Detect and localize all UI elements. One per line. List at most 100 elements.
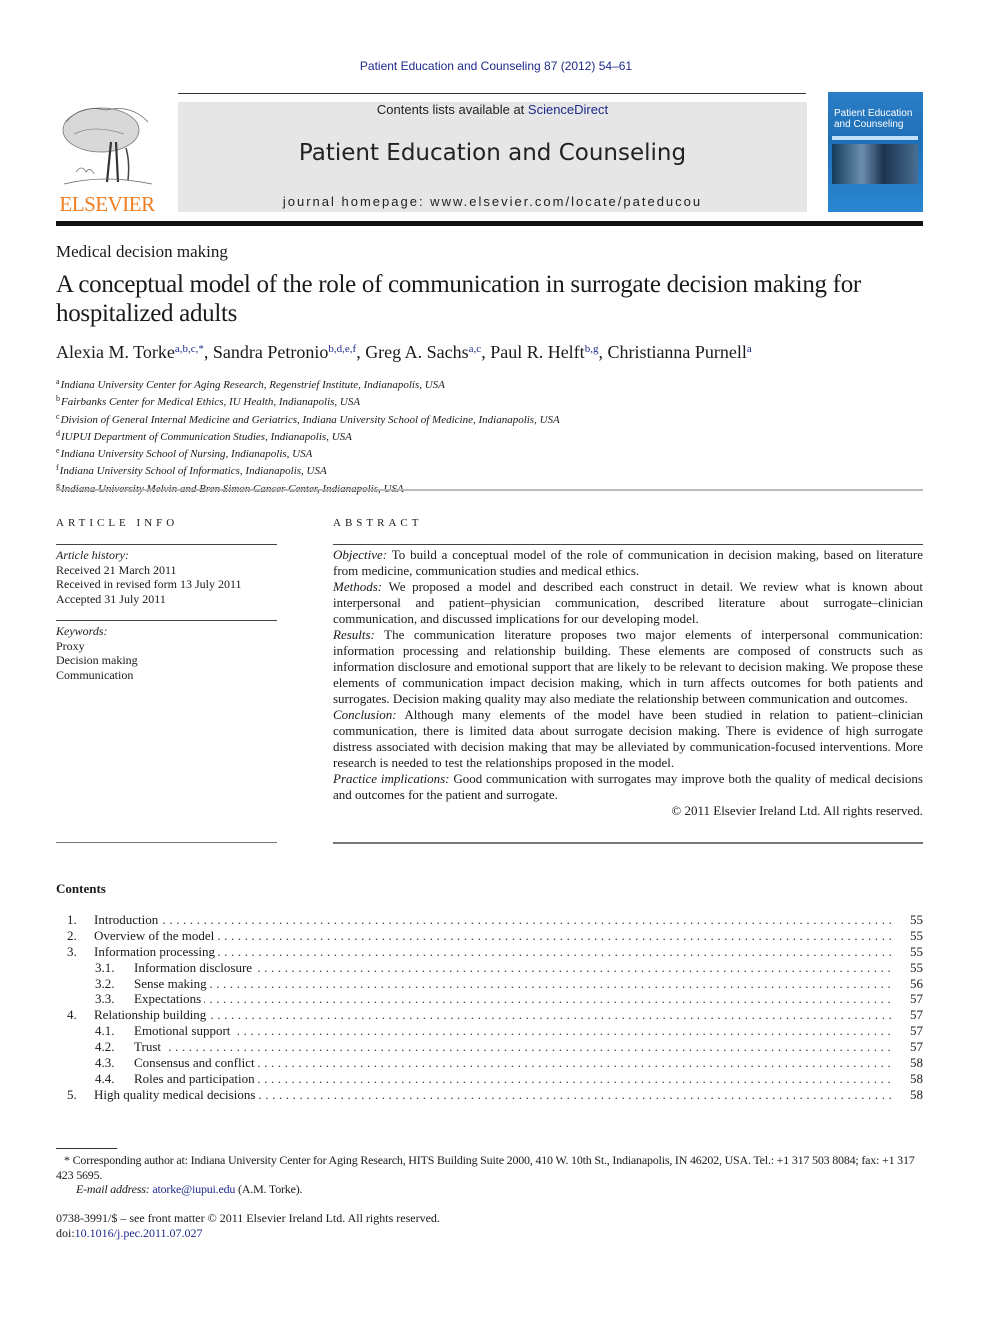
abstract-section: Practice implications: Good communicatio… bbox=[333, 771, 923, 803]
corresponding-author-footnote: * Corresponding author at: Indiana Unive… bbox=[56, 1153, 923, 1197]
header-top-rule bbox=[178, 93, 806, 94]
abstract-section-text: To build a conceptual model of the role … bbox=[333, 547, 923, 578]
doi-prefix: doi: bbox=[56, 1225, 75, 1240]
author-affil-link[interactable]: a,c bbox=[469, 343, 482, 355]
author-affil-link[interactable]: b,d,e,f bbox=[328, 343, 356, 355]
toc-entry-number: 5. bbox=[67, 1086, 77, 1102]
author-name[interactable]: Sandra Petronio bbox=[213, 342, 328, 362]
affiliation-key: c bbox=[56, 411, 60, 421]
author-name[interactable]: Alexia M. Torke bbox=[56, 342, 175, 362]
toc-entry-title[interactable]: Information disclosure bbox=[134, 959, 256, 975]
toc-leader-dots: ........................................… bbox=[134, 1023, 893, 1039]
affiliation-list: aIndiana University Center for Aging Res… bbox=[56, 375, 756, 496]
cover-photos bbox=[832, 144, 918, 184]
toc-entry-title[interactable]: Trust bbox=[134, 1039, 164, 1055]
affiliation-item: dIUPUI Department of Communication Studi… bbox=[56, 427, 756, 444]
abstract-section: Objective: To build a conceptual model o… bbox=[333, 547, 923, 579]
toc-entry[interactable]: 3.......................................… bbox=[56, 943, 923, 960]
toc-entry-page[interactable]: 58 bbox=[905, 1071, 923, 1087]
article-info-heading: ARTICLE INFO bbox=[56, 517, 179, 529]
affiliation-key: f bbox=[56, 463, 59, 473]
toc-entry-page[interactable]: 58 bbox=[905, 1055, 923, 1071]
email-link[interactable]: atorke@iupui.edu bbox=[152, 1182, 235, 1196]
author-affil-link[interactable]: b,g bbox=[585, 343, 599, 355]
article-history: Article history: Received 21 March 2011 … bbox=[56, 548, 277, 606]
corresponding-author-text: * Corresponding author at: Indiana Unive… bbox=[56, 1153, 915, 1182]
toc-entry-title-wrap: ........................................… bbox=[134, 991, 893, 1007]
journal-cover-image[interactable]: Patient Education and Counseling bbox=[828, 92, 923, 212]
affiliation-text: Fairbanks Center for Medical Ethics, IU … bbox=[61, 396, 361, 409]
toc-leader-dots: ........................................… bbox=[134, 1039, 893, 1055]
toc-entry[interactable]: 3.1.....................................… bbox=[56, 959, 923, 976]
toc-entry-title[interactable]: Information processing bbox=[94, 943, 218, 959]
article-title: A conceptual model of the role of commun… bbox=[56, 271, 861, 327]
contents-available-prefix: Contents lists available at bbox=[376, 102, 528, 117]
toc-entry-page[interactable]: 57 bbox=[905, 991, 923, 1007]
toc-entry-title[interactable]: Expectations bbox=[134, 991, 205, 1007]
author-affil-link[interactable]: a,b,c,* bbox=[175, 343, 204, 355]
toc-entry-title[interactable]: Introduction bbox=[94, 912, 162, 927]
toc-entry[interactable]: 2.......................................… bbox=[56, 927, 923, 944]
toc-entry-title-wrap: ........................................… bbox=[94, 1007, 893, 1023]
abstract-section-text: The communication literature proposes tw… bbox=[333, 627, 923, 706]
toc-entry-page[interactable]: 56 bbox=[905, 976, 923, 992]
toc-entry-number: 4.4. bbox=[95, 1070, 115, 1086]
toc-entry-title[interactable]: Overview of the model bbox=[94, 927, 218, 943]
affiliation-key: d bbox=[56, 428, 60, 438]
affiliation-item: gIndiana University Melvin and Bren Simo… bbox=[56, 479, 756, 496]
abstract-section-label: Objective: bbox=[333, 547, 388, 562]
toc-entry[interactable]: 3.2.....................................… bbox=[56, 975, 923, 992]
toc-entry-title[interactable]: Sense making bbox=[134, 975, 210, 991]
affiliation-item: cDivision of General Internal Medicine a… bbox=[56, 410, 756, 427]
doi-link[interactable]: 10.1016/j.pec.2011.07.027 bbox=[75, 1226, 203, 1240]
author-name[interactable]: Greg A. Sachs bbox=[365, 342, 468, 362]
toc-entry-title[interactable]: Emotional support bbox=[134, 1023, 234, 1039]
toc-entry[interactable]: 4.3.....................................… bbox=[56, 1055, 923, 1071]
affiliation-item: eIndiana University School of Nursing, I… bbox=[56, 444, 756, 461]
toc-entry-title-wrap: ........................................… bbox=[134, 959, 893, 976]
journal-homepage-link[interactable]: journal homepage: www.elsevier.com/locat… bbox=[178, 194, 807, 209]
toc-entry[interactable]: 4.1.....................................… bbox=[56, 1023, 923, 1039]
issn-copyright-line: 0738-3991/$ – see front matter © 2011 El… bbox=[56, 1211, 440, 1225]
toc-entry-title[interactable]: Consensus and conflict bbox=[134, 1055, 258, 1071]
toc-entry-page[interactable]: 55 bbox=[905, 960, 923, 976]
toc-entry-page[interactable]: 58 bbox=[905, 1087, 923, 1103]
toc-entry[interactable]: 4.......................................… bbox=[56, 1007, 923, 1023]
toc-entry-page[interactable]: 55 bbox=[905, 944, 923, 960]
toc-entry-page[interactable]: 55 bbox=[905, 912, 923, 928]
sciencedirect-link[interactable]: ScienceDirect bbox=[528, 102, 608, 117]
toc-leader-dots: ........................................… bbox=[94, 912, 893, 927]
author-name[interactable]: Paul R. Helft bbox=[490, 342, 585, 362]
toc-entry-page[interactable]: 57 bbox=[905, 1039, 923, 1055]
affiliation-text: IUPUI Department of Communication Studie… bbox=[61, 430, 352, 443]
affiliation-text: Indiana University School of Nursing, In… bbox=[60, 448, 313, 461]
toc-entry[interactable]: 5.......................................… bbox=[56, 1086, 923, 1103]
affiliations-divider bbox=[56, 489, 923, 491]
toc-entry-title[interactable]: High quality medical decisions bbox=[94, 1086, 259, 1102]
toc-entry-number: 4.3. bbox=[95, 1055, 115, 1071]
toc-entry[interactable]: 4.4.....................................… bbox=[56, 1070, 923, 1087]
toc-entry-page[interactable]: 57 bbox=[905, 1007, 923, 1023]
affiliation-text: Indiana University Center for Aging Rese… bbox=[60, 379, 445, 391]
toc-entry[interactable]: 1.......................................… bbox=[56, 912, 923, 928]
toc-entry[interactable]: 3.3.....................................… bbox=[56, 991, 923, 1007]
author-affil-link[interactable]: a bbox=[747, 343, 752, 355]
article-section-label: Medical decision making bbox=[56, 242, 228, 261]
keywords-block: Keywords: Proxy Decision making Communic… bbox=[56, 624, 277, 682]
toc-entry-title[interactable]: Relationship building bbox=[94, 1007, 210, 1023]
toc-entry[interactable]: 4.2.....................................… bbox=[56, 1039, 923, 1055]
toc-entry-title-wrap: ........................................… bbox=[134, 1055, 893, 1071]
author-name[interactable]: Christianna Purnell bbox=[607, 342, 746, 362]
toc-entry-number: 2. bbox=[67, 927, 77, 943]
article-info-bottom-rule bbox=[56, 842, 277, 843]
journal-citation-link[interactable]: Patient Education and Counseling 87 (201… bbox=[0, 59, 992, 73]
abstract-divider bbox=[333, 544, 923, 545]
abstract-section: Results: The communication literature pr… bbox=[333, 627, 923, 707]
toc-entry-title-wrap: ........................................… bbox=[134, 1023, 893, 1039]
toc-entry-page[interactable]: 55 bbox=[905, 928, 923, 944]
toc-leader-dots: ........................................… bbox=[134, 991, 893, 1007]
toc-entry-title[interactable]: Roles and participation bbox=[134, 1070, 258, 1086]
toc-entry-page[interactable]: 57 bbox=[905, 1023, 923, 1039]
affiliation-key: a bbox=[56, 377, 60, 386]
abstract-heading: ABSTRACT bbox=[333, 517, 423, 529]
